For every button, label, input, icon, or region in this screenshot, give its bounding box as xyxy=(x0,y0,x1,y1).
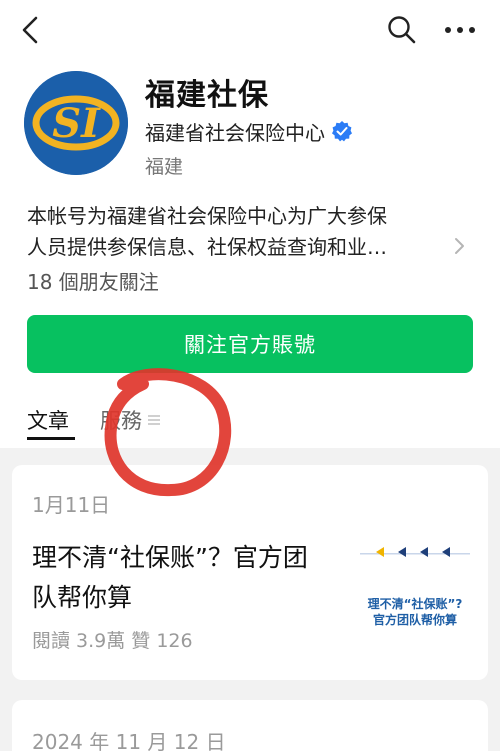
menu-lines-icon xyxy=(148,415,160,425)
active-tab-indicator xyxy=(27,437,75,440)
avatar-logo-text: SI xyxy=(52,100,101,147)
account-description[interactable]: 本帐号为福建省社会保险中心为广大参保 人员提供参保信息、社保权益查询和业… xyxy=(27,201,457,263)
thumbnail-caption-line-2: 官方团队帮你算 xyxy=(372,613,457,627)
account-avatar[interactable]: SI xyxy=(24,71,128,175)
back-button[interactable] xyxy=(16,14,46,46)
tab-services-label: 服務 xyxy=(100,409,142,433)
friends-following-count[interactable]: 18 個朋友關注 xyxy=(27,266,159,295)
search-icon xyxy=(388,16,416,44)
article-title-line-2: 队帮你算 xyxy=(32,583,133,612)
arrow-pattern-icon xyxy=(360,547,470,557)
top-bar xyxy=(0,0,500,60)
thumbnail-caption-line-1: 理不清“社保账”? xyxy=(367,597,463,611)
article-date: 2024 年 11 月 12 日 xyxy=(32,730,226,751)
article-date: 1月11日 xyxy=(32,493,111,517)
article-title-line-1: 理不清“社保账”？官方团 xyxy=(32,543,308,572)
organization-name: 福建省社会保险中心 xyxy=(145,120,325,145)
more-button[interactable] xyxy=(440,14,480,46)
more-dots-icon xyxy=(445,27,475,33)
article-title[interactable]: 理不清“社保账”？官方团 队帮你算 xyxy=(32,538,342,618)
chevron-right-icon xyxy=(455,238,464,254)
account-region: 福建 xyxy=(145,156,184,178)
article-card[interactable]: 1月11日 理不清“社保账”？官方团 队帮你算 閱讀 3.9萬 贊 126 理不… xyxy=(12,465,488,680)
description-line-1: 本帐号为福建省社会保险中心为广大参保 xyxy=(27,204,387,228)
article-thumbnail[interactable]: 理不清“社保账”? 官方团队帮你算 xyxy=(360,543,470,633)
follow-account-button[interactable]: 關注官方賬號 xyxy=(27,315,473,373)
article-stats: 閱讀 3.9萬 贊 126 xyxy=(32,630,193,652)
article-card[interactable]: 2024 年 11 月 12 日 xyxy=(12,700,488,751)
organization-row[interactable]: 福建省社会保险中心 xyxy=(145,116,353,146)
verified-badge-icon xyxy=(332,121,352,142)
content-tabs: 文章 服務 xyxy=(0,395,500,445)
si-logo-icon: SI xyxy=(24,71,128,175)
account-name: 福建社保 xyxy=(145,78,269,113)
tab-services[interactable]: 服務 xyxy=(100,405,160,435)
tab-articles[interactable]: 文章 xyxy=(27,405,69,435)
search-button[interactable] xyxy=(386,14,418,46)
description-line-2: 人员提供参保信息、社保权益查询和业… xyxy=(27,235,387,259)
chevron-left-icon xyxy=(22,16,38,44)
